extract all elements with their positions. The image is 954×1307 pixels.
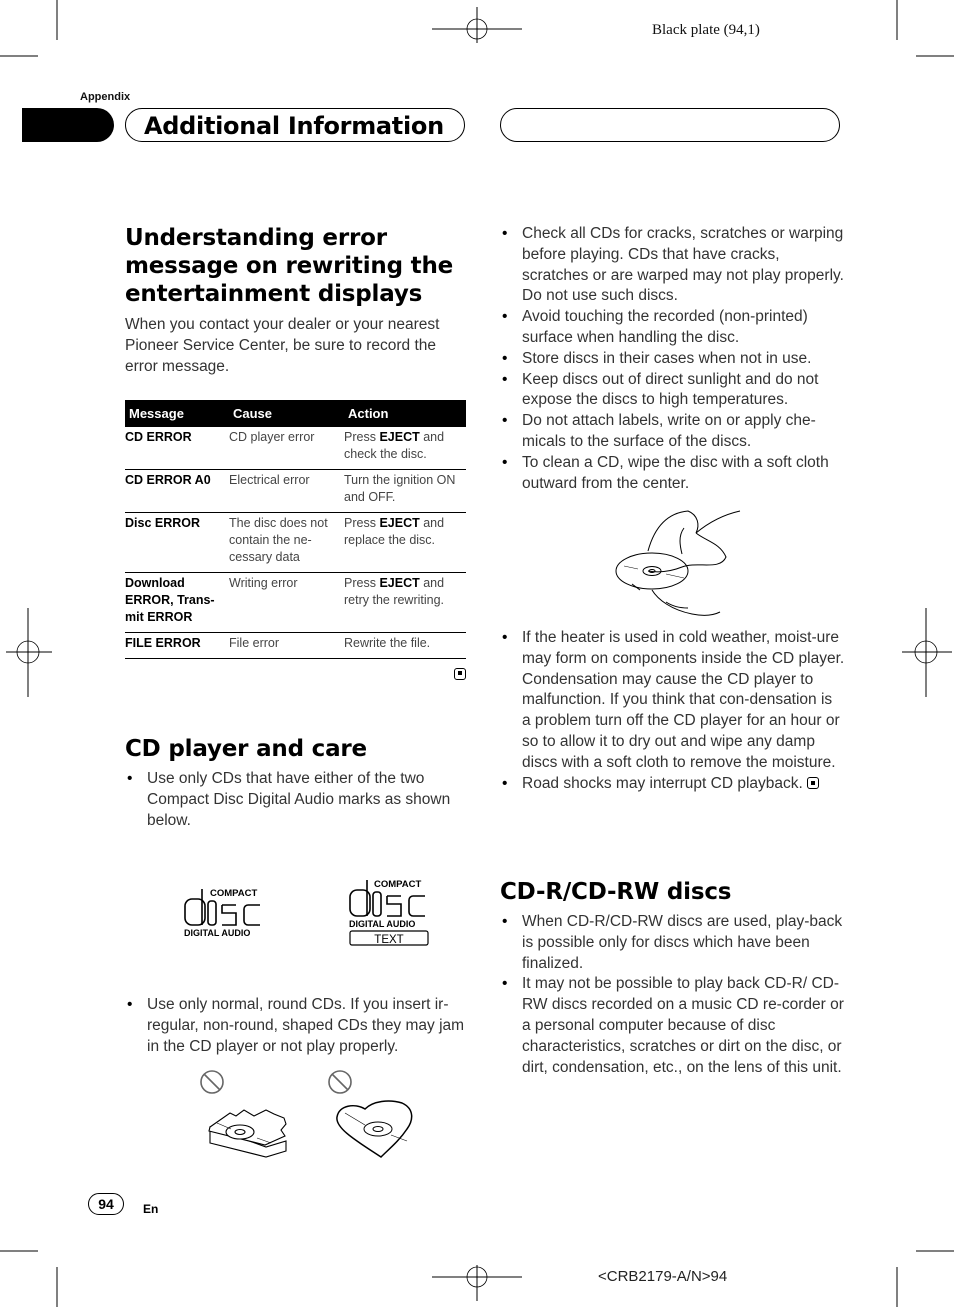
table-row: CD ERROR A0 Electrical error Turn the igni…	[125, 469, 466, 513]
registration-target-bottom	[432, 1265, 522, 1301]
list-item-text: Road shocks may interrupt CD playback.	[522, 774, 803, 792]
table-row: FILE ERROR File error Rewrite the file.	[125, 632, 466, 659]
list-item: Check all CDs for cracks, scratches or w…	[500, 224, 845, 307]
registration-target-left	[6, 608, 52, 697]
cell-message: CD ERROR A0	[125, 469, 229, 513]
cell-action: Press EJECT and check the disc.	[344, 427, 466, 470]
cd-care-bullets-top: Use only CDs that have either of the two…	[125, 769, 470, 831]
logo-compact-text: COMPACT	[374, 879, 422, 890]
prohibited-icon	[328, 1070, 352, 1094]
language-label: En	[143, 1202, 159, 1216]
end-of-section-icon	[807, 777, 820, 790]
cdr-section: CD-R/CD-RW discs When CD-R/CD-RW discs a…	[500, 878, 845, 1078]
action-text: Press	[344, 430, 380, 444]
action-text: Turn the ignition ON and OFF.	[344, 473, 456, 504]
irregular-cd-icon	[208, 1109, 287, 1158]
heart-cd-icon	[336, 1100, 413, 1158]
action-text: Press	[344, 516, 380, 530]
column-header-action: Action	[344, 400, 466, 427]
section-title-cdr: CD-R/CD-RW discs	[500, 879, 732, 905]
list-item: It may not be possible to play back CD-R…	[500, 974, 845, 1078]
action-key: EJECT	[379, 430, 420, 444]
logo-digital-audio-text: DIGITAL AUDIO	[184, 928, 250, 938]
error-section: Understanding error message on rewriting…	[125, 224, 470, 377]
error-table: Message Cause Action CD ERROR CD player e…	[125, 400, 466, 659]
list-item: To clean a CD, wipe the disc with a soft…	[500, 453, 845, 495]
cd-care-bullets-right-top: Check all CDs for cracks, scratches or w…	[500, 224, 845, 494]
chapter-title: Additional Information	[144, 112, 444, 140]
cell-message: FILE ERROR	[125, 632, 229, 659]
end-of-section-icon	[454, 667, 466, 680]
action-key: EJECT	[379, 516, 420, 530]
cell-message: Download ERROR, Trans-mit ERROR	[125, 572, 229, 633]
chapter-tab-right	[500, 108, 840, 142]
compact-disc-logo: COMPACT DIGITAL AUDIO	[184, 888, 260, 938]
plate-label: Black plate (94,1)	[652, 22, 760, 38]
registration-target-right	[902, 608, 952, 697]
action-text: Rewrite the file.	[344, 636, 431, 650]
logo-text-label: TEXT	[374, 934, 403, 946]
cell-message: Disc ERROR	[125, 512, 229, 573]
document-code: <CRB2179-A/N>94	[598, 1268, 728, 1285]
error-intro: When you contact your dealer or your nea…	[125, 316, 440, 375]
chapter-tab-marker	[22, 108, 114, 142]
column-header-cause: Cause	[229, 400, 344, 427]
cell-cause: CD player error	[229, 427, 344, 470]
prohibited-shapes-illustration	[200, 1070, 413, 1158]
cell-cause: Electrical error	[229, 469, 344, 513]
cd-care-section: CD player and care Use only CDs that hav…	[125, 735, 470, 831]
page-number: 94	[88, 1193, 124, 1215]
cd-care-bottom: Use only normal, round CDs. If you inser…	[125, 995, 470, 1057]
title-line: Understanding error	[125, 225, 387, 251]
section-title-cd-care: CD player and care	[125, 736, 367, 762]
cell-action: Turn the ignition ON and OFF.	[344, 469, 466, 513]
cell-action: Press EJECT and replace the disc.	[344, 512, 466, 573]
cell-cause: The disc does not contain the ne-cessary…	[229, 512, 344, 573]
cdr-bullets: When CD-R/CD-RW discs are used, play-bac…	[500, 912, 845, 1078]
list-item: Store discs in their cases when not in u…	[500, 349, 845, 370]
list-item: Use only normal, round CDs. If you inser…	[125, 995, 470, 1057]
cell-cause: File error	[229, 632, 344, 659]
title-line: entertainment displays	[125, 281, 423, 307]
cell-action: Rewrite the file.	[344, 632, 466, 659]
section-title-errors: Understanding error message on rewriting…	[125, 224, 470, 308]
error-table-wrap: Message Cause Action CD ERROR CD player e…	[125, 400, 466, 683]
list-item: If the heater is used in cold weather, m…	[500, 628, 845, 774]
cell-action: Press EJECT and retry the rewriting.	[344, 572, 466, 633]
logo-compact-text: COMPACT	[210, 888, 258, 899]
column-header-message: Message	[125, 400, 229, 427]
logo-digital-audio-text: DIGITAL AUDIO	[349, 919, 415, 929]
prohibited-icon	[200, 1070, 224, 1094]
right-column-bottom: If the heater is used in cold weather, m…	[500, 628, 845, 794]
list-item: Avoid touching the recorded (non-printed…	[500, 307, 845, 349]
cell-message: CD ERROR	[125, 427, 229, 470]
table-row: Disc ERROR The disc does not contain the …	[125, 512, 466, 573]
cell-cause: Writing error	[229, 572, 344, 633]
right-column-top: Check all CDs for cracks, scratches or w…	[500, 224, 845, 494]
list-item: Do not attach labels, write on or apply …	[500, 411, 845, 453]
list-item: Keep discs out of direct sunlight and do…	[500, 370, 845, 412]
table-row: Download ERROR, Trans-mit ERROR Writing e…	[125, 572, 466, 633]
cd-care-bullets-right-bottom: If the heater is used in cold weather, m…	[500, 628, 845, 794]
end-mark-wrap	[125, 665, 466, 683]
cd-care-bullets-bottom: Use only normal, round CDs. If you inser…	[125, 995, 470, 1057]
action-key: EJECT	[379, 576, 420, 590]
cleaning-cd-illustration	[615, 510, 741, 616]
title-line: message on rewriting the	[125, 253, 454, 279]
section-label: Appendix	[80, 91, 131, 103]
compact-disc-text-logo: COMPACT DIGITAL AUDIO TEXT	[349, 879, 429, 946]
list-item: When CD-R/CD-RW discs are used, play-bac…	[500, 912, 845, 974]
table-row: CD ERROR CD player error Press EJECT and c…	[125, 427, 466, 470]
table-header-row: Message Cause Action	[125, 400, 466, 427]
chapter-tab: Additional Information	[125, 108, 465, 142]
action-text: Press	[344, 576, 380, 590]
list-item: Road shocks may interrupt CD playback.	[500, 774, 845, 795]
registration-target-top	[432, 7, 522, 43]
list-item: Use only CDs that have either of the two…	[125, 769, 470, 831]
